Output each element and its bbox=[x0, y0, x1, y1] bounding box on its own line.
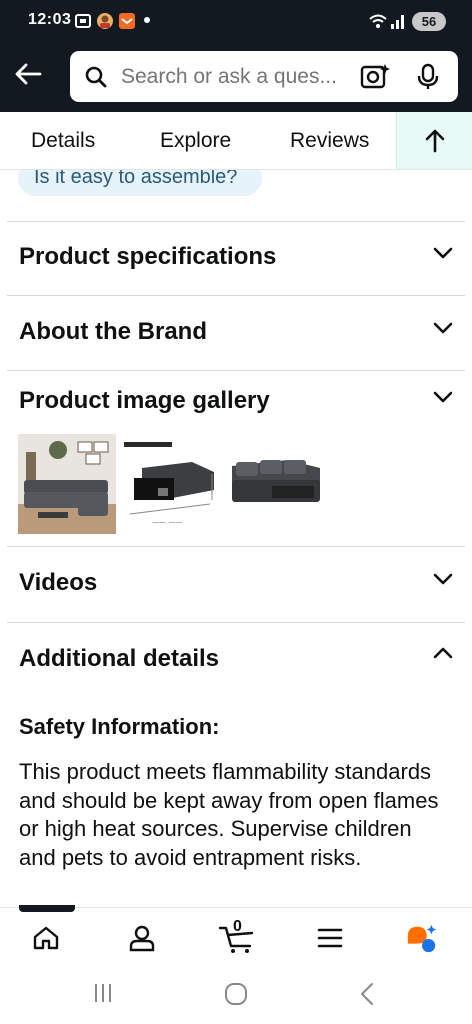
home-icon bbox=[33, 926, 59, 950]
arrow-up-icon bbox=[425, 129, 444, 152]
nav-rufus[interactable] bbox=[406, 922, 438, 954]
chevron-down-icon bbox=[433, 322, 453, 334]
search-icon bbox=[84, 65, 108, 94]
signal-icon bbox=[390, 12, 406, 35]
tab-reviews[interactable]: Reviews bbox=[290, 129, 369, 153]
divider bbox=[7, 221, 465, 222]
nav-home[interactable] bbox=[30, 922, 62, 954]
divider bbox=[7, 370, 465, 371]
wifi-icon bbox=[368, 12, 388, 35]
section-title-product-specifications: Product specifications bbox=[19, 243, 277, 270]
menu-icon bbox=[317, 928, 343, 948]
system-back-icon[interactable] bbox=[356, 982, 378, 1006]
svg-text:—— ——: —— —— bbox=[152, 518, 182, 526]
recent-apps-icon[interactable] bbox=[92, 982, 114, 1004]
search-input[interactable] bbox=[121, 51, 356, 102]
scroll-indicator bbox=[19, 905, 75, 912]
safety-text: This product meets flammability standard… bbox=[19, 759, 439, 870]
account-icon bbox=[129, 925, 155, 952]
divider bbox=[7, 295, 465, 296]
gallery-thumbnail[interactable] bbox=[18, 434, 116, 534]
status-dot bbox=[144, 17, 150, 23]
microphone-icon[interactable] bbox=[416, 63, 440, 96]
cart-count: 0 bbox=[233, 918, 242, 935]
scroll-to-top-button[interactable] bbox=[396, 112, 472, 169]
gallery-thumbnail[interactable] bbox=[226, 434, 324, 534]
back-button[interactable] bbox=[12, 58, 44, 90]
chevron-up-icon bbox=[433, 647, 453, 659]
chevron-down-icon bbox=[433, 573, 453, 585]
sofa-room-image bbox=[18, 434, 116, 534]
divider bbox=[7, 546, 465, 547]
status-bar: 12:03 56 bbox=[0, 0, 472, 44]
status-time: 12:03 bbox=[28, 11, 72, 28]
tab-bar: Details Explore Reviews bbox=[0, 112, 472, 170]
sofa-dimension-image: —— —— bbox=[122, 434, 220, 534]
nav-menu[interactable] bbox=[314, 922, 346, 954]
gallery-thumbnail[interactable]: —— —— bbox=[122, 434, 220, 534]
section-title-videos: Videos bbox=[19, 569, 98, 596]
notification-app-icon bbox=[118, 12, 136, 35]
nav-cart[interactable]: 0 bbox=[218, 918, 258, 954]
search-header bbox=[0, 44, 472, 112]
search-box[interactable] bbox=[70, 51, 458, 102]
section-title-image-gallery: Product image gallery bbox=[19, 387, 270, 414]
tab-explore[interactable]: Explore bbox=[160, 129, 231, 153]
divider bbox=[7, 622, 465, 623]
screen-record-icon bbox=[74, 12, 92, 35]
bottom-nav: 0 bbox=[0, 907, 472, 967]
sofa-product-image bbox=[226, 434, 324, 534]
battery-icon: 56 bbox=[412, 12, 446, 31]
battery-level: 56 bbox=[421, 14, 437, 29]
avatar-icon bbox=[96, 12, 114, 35]
tab-details[interactable]: Details bbox=[31, 129, 95, 153]
back-arrow-icon bbox=[15, 63, 42, 85]
chevron-down-icon bbox=[433, 391, 453, 403]
chevron-down-icon bbox=[433, 247, 453, 259]
section-title-additional-details: Additional details bbox=[19, 645, 220, 672]
rufus-icon bbox=[407, 924, 437, 953]
section-title-about-brand: About the Brand bbox=[19, 318, 207, 345]
system-nav-bar bbox=[0, 967, 472, 1024]
safety-heading: Safety Information: bbox=[19, 714, 220, 739]
home-circle-icon[interactable] bbox=[224, 982, 248, 1006]
camera-search-icon[interactable] bbox=[360, 63, 390, 96]
nav-account[interactable] bbox=[126, 922, 158, 954]
